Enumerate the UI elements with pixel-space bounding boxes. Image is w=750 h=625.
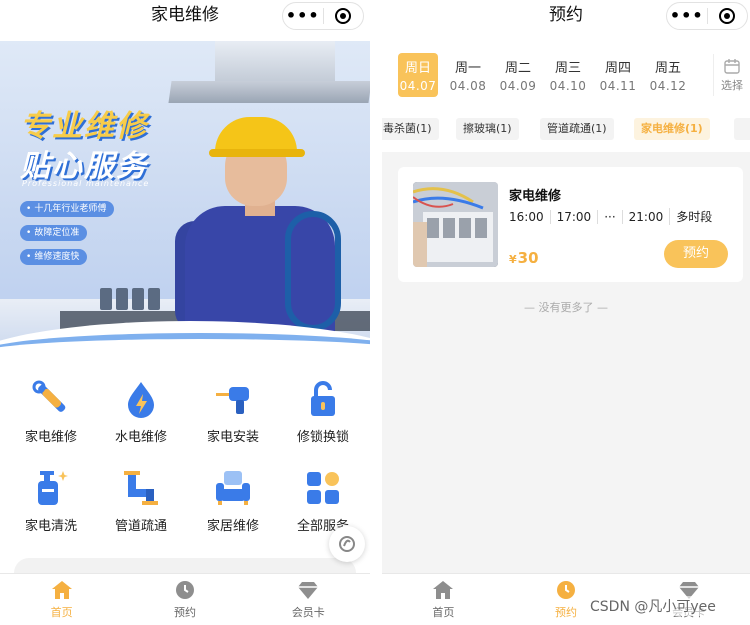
category-tabs: 毒杀菌(1) 擦玻璃(1) 管道疏通(1) 家电维修(1) [382, 108, 750, 152]
booking-screen: 预约 ••• 周日 04.07 周一 04.08 周二 04.09 周三 04.… [382, 0, 750, 625]
service-appliance-install[interactable]: 家电安装 [187, 378, 279, 445]
lock-icon [311, 381, 335, 416]
time-slot[interactable]: 17:00 [549, 209, 598, 224]
booking-navbar: 预约 ••• [382, 0, 750, 40]
time-slot[interactable]: 多时段 [669, 208, 718, 225]
date-item[interactable]: 周日 04.07 [398, 53, 438, 97]
mini-program-capsule: ••• [282, 2, 364, 30]
tab-label: 首页 [50, 606, 73, 619]
worker-illustration [175, 111, 345, 353]
service-lock-repair[interactable]: 修锁换锁 [277, 378, 369, 445]
time-slot[interactable]: ··· [597, 209, 621, 224]
service-label: 管道疏通 [114, 519, 167, 534]
time-slot[interactable]: 21:00 [621, 209, 670, 224]
banner-title-line1: 专业维修 [20, 109, 148, 144]
service-home-repair[interactable]: 家居维修 [187, 467, 279, 534]
tab-home[interactable]: 首页 [0, 574, 123, 625]
home-icon [51, 581, 72, 599]
clock-icon [557, 581, 575, 599]
clock-icon [175, 581, 194, 599]
service-pipe-dredging[interactable]: 管道疏通 [95, 467, 187, 534]
calendar-icon [724, 59, 740, 74]
service-label: 家居维修 [206, 519, 259, 534]
book-button[interactable]: 预约 [664, 240, 728, 268]
pipe-icon [124, 471, 158, 505]
sofa-icon [216, 471, 250, 505]
no-more-text: — 没有更多了 — [524, 301, 608, 314]
service-label: 家电维修 [24, 430, 77, 445]
service-label: 家电清洗 [24, 519, 77, 534]
home-tabbar: 首页 预约 会员卡 [0, 573, 370, 625]
home-navbar: 家电维修 ••• [0, 0, 370, 40]
date-item[interactable]: 周四 04.11 [598, 53, 638, 97]
service-all[interactable]: 全部服务 [277, 467, 369, 534]
service-price: ¥30 [509, 249, 539, 267]
tab-home[interactable]: 首页 [382, 574, 505, 625]
service-card[interactable]: 家电维修 16:00 17:00 ··· 21:00 多时段 ¥30 预约 [398, 167, 743, 282]
service-appliance-cleaning[interactable]: 家电清洗 [5, 467, 97, 534]
more-dots-icon[interactable]: ••• [667, 3, 707, 29]
date-item[interactable]: 周一 04.08 [448, 53, 488, 97]
home-screen: 家电维修 ••• 专业维修 贴心服务 Professional maintena… [0, 0, 370, 625]
date-item[interactable]: 周三 04.10 [548, 53, 588, 97]
choose-date-button[interactable]: 选择 [713, 54, 750, 96]
tab-member-card[interactable]: 会员卡 [247, 574, 370, 625]
tab-label: 预约 [173, 606, 196, 619]
time-slots: 16:00 17:00 ··· 21:00 多时段 [509, 208, 718, 225]
banner-point: 故障定位准 [20, 225, 88, 241]
service-label: 家电安装 [206, 430, 259, 445]
home-icon [433, 581, 454, 599]
water-drop-lightning-icon [128, 382, 154, 418]
banner-point: 维修速度快 [20, 249, 88, 265]
category-item-active[interactable]: 家电维修(1) [634, 118, 710, 140]
promo-banner[interactable]: 专业维修 贴心服务 Professional maintenance 十几年行业… [0, 41, 370, 353]
banner-subtitle: Professional maintenance [22, 179, 150, 188]
date-selector: 周日 04.07 周一 04.08 周二 04.09 周三 04.10 周四 0… [382, 40, 750, 108]
service-appliance-repair[interactable]: 家电维修 [5, 378, 97, 445]
spray-bottle-icon [38, 471, 68, 505]
drill-icon [216, 387, 249, 414]
target-icon[interactable] [707, 8, 747, 24]
target-icon[interactable] [323, 8, 363, 24]
service-plumbing-electric[interactable]: 水电维修 [95, 378, 187, 445]
service-thumbnail [413, 182, 498, 267]
watermark: CSDN @凡小可yee [590, 596, 716, 616]
wrench-screwdriver-icon [32, 380, 66, 412]
grid-icon [307, 472, 339, 504]
service-label: 水电维修 [114, 430, 167, 445]
category-item[interactable]: 毒杀菌(1) [382, 118, 439, 140]
link-icon [339, 536, 355, 552]
float-contact-button[interactable] [329, 526, 365, 562]
tab-label: 首页 [432, 606, 455, 619]
date-item[interactable]: 周二 04.09 [498, 53, 538, 97]
category-item[interactable]: 擦玻璃(1) [456, 118, 519, 140]
mini-program-capsule: ••• [666, 2, 748, 30]
tab-label: 会员卡 [291, 606, 325, 619]
category-item[interactable]: 管道疏通(1) [540, 118, 614, 140]
date-item[interactable]: 周五 04.12 [648, 53, 688, 97]
service-label: 修锁换锁 [296, 430, 349, 445]
banner-point: 十几年行业老师傅 [20, 201, 115, 217]
service-title: 家电维修 [509, 189, 562, 204]
time-slot[interactable]: 16:00 [509, 210, 550, 224]
more-dots-icon[interactable]: ••• [283, 3, 323, 29]
diamond-icon [298, 582, 319, 599]
tab-booking[interactable]: 预约 [123, 574, 246, 625]
category-item-overflow[interactable] [734, 118, 750, 140]
